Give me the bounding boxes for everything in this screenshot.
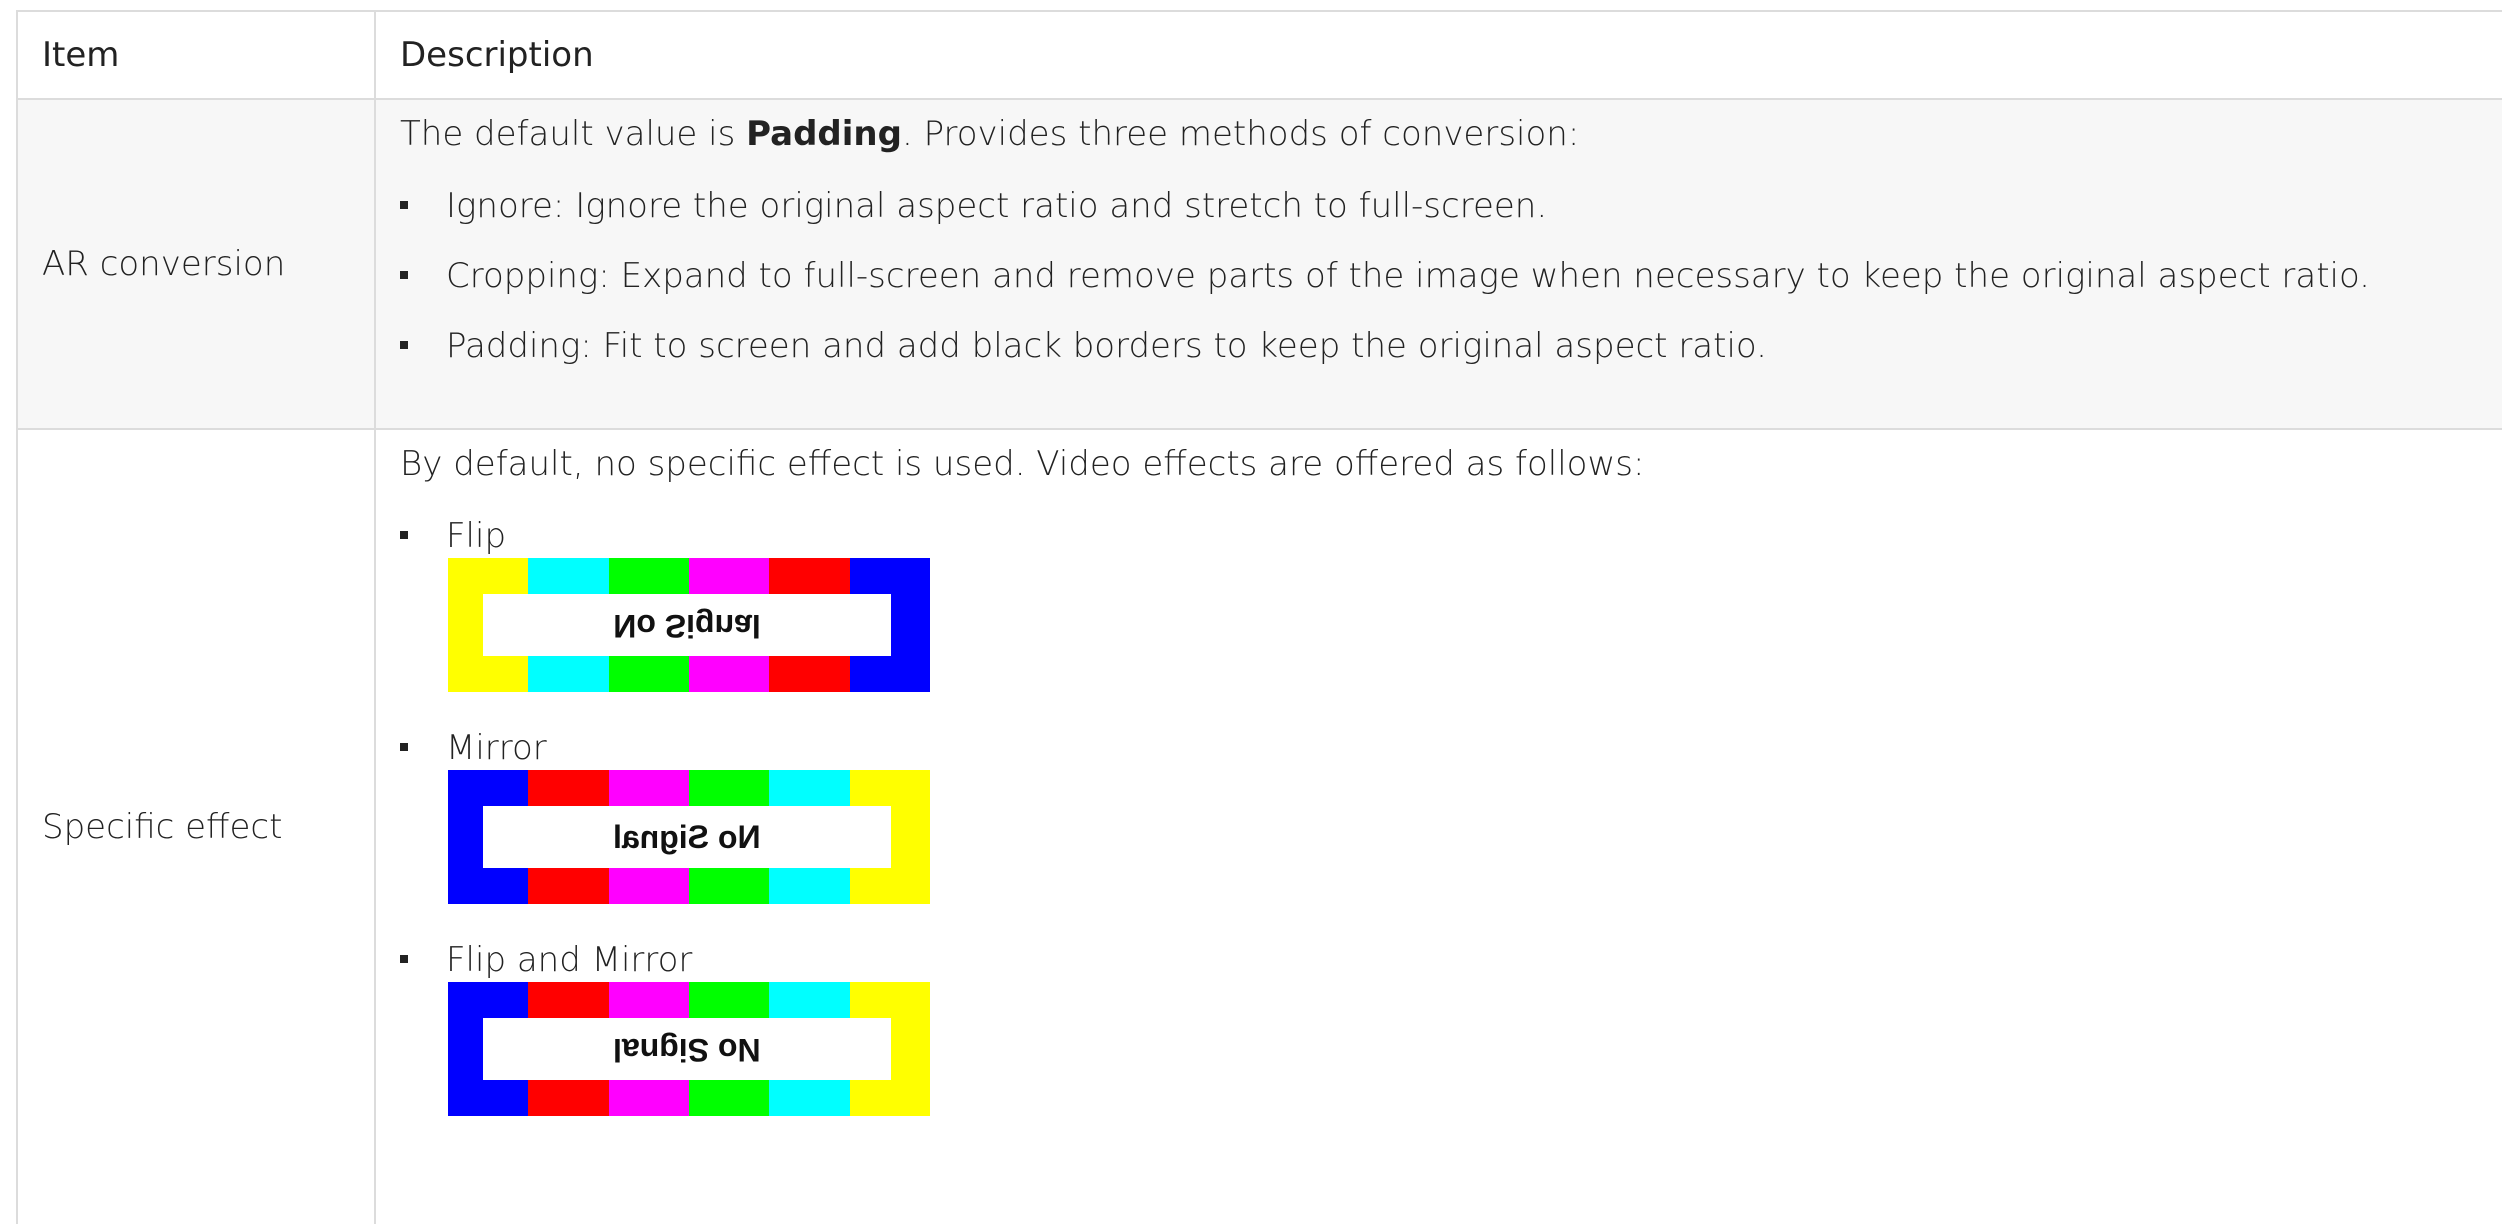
flip-and-mirror-test-pattern-image: No Signal (448, 982, 930, 1116)
flip-test-pattern-image: No Signal (448, 558, 930, 692)
list-item: Flip (400, 516, 506, 556)
ar-conversion-intro: The default value is Padding. Provides t… (400, 114, 1580, 154)
specific-effect-intro: By default, no specific effect is used. … (400, 444, 1645, 484)
bullet-icon (400, 340, 408, 349)
ar-conversion-item: AR conversion (18, 100, 376, 428)
specific-effect-item: Specific effect (18, 430, 376, 1224)
specific-effect-description: By default, no specific effect is used. … (376, 430, 2502, 1224)
table-row-specific-effect: Specific effect By default, no specific … (18, 430, 2502, 1224)
header-item: Item (18, 12, 376, 98)
list-item: Flip and Mirror (400, 940, 692, 980)
list-item: Cropping: Expand to full-screen and remo… (400, 256, 2370, 296)
default-value-bold: Padding (746, 114, 902, 154)
list-item: Ignore: Ignore the original aspect ratio… (400, 186, 1547, 226)
parameter-table: Item Description AR conversion The defau… (16, 10, 2502, 1224)
bullet-icon (400, 530, 408, 539)
header-description: Description (400, 35, 594, 75)
bullet-icon (400, 270, 408, 279)
bullet-icon (400, 200, 408, 209)
list-item: Padding: Fit to screen and add black bor… (400, 326, 1767, 366)
bullet-icon (400, 742, 408, 751)
table-header-row: Item Description (18, 12, 2502, 100)
list-item: Mirror (400, 728, 547, 768)
ar-conversion-description: The default value is Padding. Provides t… (376, 100, 2502, 428)
mirror-test-pattern-image: No Signal (448, 770, 930, 904)
table-row-ar-conversion: AR conversion The default value is Paddi… (18, 100, 2502, 430)
bullet-icon (400, 954, 408, 963)
